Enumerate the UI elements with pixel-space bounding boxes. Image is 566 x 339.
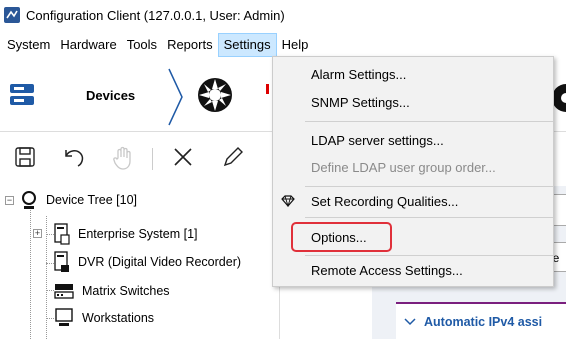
menu-item-remote-access-settings[interactable]: Remote Access Settings... <box>273 257 553 283</box>
diamond-icon <box>281 195 295 207</box>
menu-item-label: Alarm Settings... <box>311 66 407 82</box>
options-highlight-box <box>291 222 392 252</box>
menu-item-label: SNMP Settings... <box>311 94 410 110</box>
delete-icon[interactable] <box>172 146 194 168</box>
status-marker <box>266 84 269 94</box>
breadcrumb-chevron-icon <box>168 68 183 126</box>
menu-separator <box>305 217 553 218</box>
tree-item-matrix-switches[interactable]: Matrix Switches <box>54 279 170 303</box>
hand-icon <box>113 146 131 170</box>
toolbar-divider <box>152 148 153 170</box>
window-title: Configuration Client (127.0.0.1, User: A… <box>26 7 285 23</box>
tree-item-workstations[interactable]: Workstations <box>54 306 154 330</box>
menu-tools[interactable]: Tools <box>122 33 162 57</box>
menu-item-set-recording-qualities[interactable]: Set Recording Qualities... <box>273 188 553 214</box>
menu-item-label: LDAP server settings... <box>311 132 444 148</box>
menu-separator <box>305 255 553 256</box>
matrix-switch-icon <box>54 284 74 299</box>
devices-icon[interactable] <box>10 84 34 106</box>
section-header-label: Automatic IPv4 assi <box>424 314 543 329</box>
enterprise-system-icon <box>54 223 70 245</box>
maps-structure-icon[interactable] <box>196 76 234 114</box>
devices-tab-label[interactable]: Devices <box>86 88 135 103</box>
menu-item-label: Remote Access Settings... <box>311 262 463 278</box>
device-tree-icon <box>22 191 36 209</box>
tree-expand-toggle[interactable]: + <box>33 229 42 238</box>
menu-bar: System Hardware Tools Reports Settings H… <box>0 32 566 58</box>
menu-item-alarm-settings[interactable]: Alarm Settings... <box>273 61 553 87</box>
menu-hardware[interactable]: Hardware <box>55 33 121 57</box>
toolbar <box>0 138 300 178</box>
menu-separator <box>305 121 553 122</box>
title-bar: Configuration Client (127.0.0.1, User: A… <box>0 0 566 30</box>
tree-item-label: DVR (Digital Video Recorder) <box>78 255 242 269</box>
app-icon <box>4 7 20 23</box>
chevron-down-icon <box>404 317 416 325</box>
menu-settings[interactable]: Settings <box>217 33 277 57</box>
menu-item-label: Set Recording Qualities... <box>311 193 459 209</box>
automatic-ipv4-section[interactable]: Automatic IPv4 assi <box>396 302 566 339</box>
menu-system[interactable]: System <box>2 33 55 57</box>
dvr-icon <box>54 251 69 272</box>
tree-item-enterprise-system[interactable]: Enterprise System [1] <box>54 222 198 246</box>
menu-help[interactable]: Help <box>277 33 314 57</box>
tree-item-label: Enterprise System [1] <box>78 227 198 241</box>
settings-dropdown-menu: Alarm Settings... SNMP Settings... LDAP … <box>272 56 554 287</box>
tree-item-dvr[interactable]: DVR (Digital Video Recorder) <box>54 250 241 274</box>
tree-collapse-toggle[interactable]: − <box>5 196 14 205</box>
menu-item-ldap-server-settings[interactable]: LDAP server settings... <box>273 127 553 153</box>
menu-item-snmp-settings[interactable]: SNMP Settings... <box>273 89 553 115</box>
workstation-icon <box>55 308 73 326</box>
undo-icon[interactable] <box>62 146 86 168</box>
save-icon[interactable] <box>14 146 36 168</box>
menu-item-define-ldap-group-order: Define LDAP user group order... <box>273 154 553 180</box>
device-tree: − Device Tree [10] + Enterprise System [… <box>0 186 280 339</box>
menu-reports[interactable]: Reports <box>162 33 218 57</box>
tree-root-label: Device Tree [10] <box>46 193 138 207</box>
tree-item-label: Matrix Switches <box>82 284 170 298</box>
menu-separator <box>305 186 553 187</box>
edit-pencil-icon[interactable] <box>222 146 244 168</box>
menu-item-label: Define LDAP user group order... <box>311 159 496 175</box>
tree-item-label: Workstations <box>82 311 155 325</box>
tree-root[interactable]: Device Tree [10] <box>20 188 137 212</box>
